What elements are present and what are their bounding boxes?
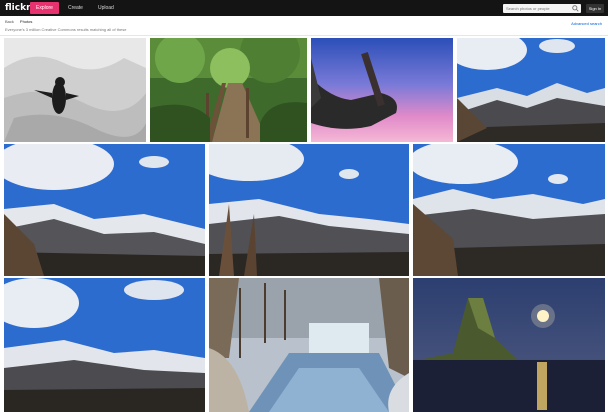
photo-tile-frozen-stream[interactable] <box>209 278 409 412</box>
mountain-image-2 <box>4 144 205 276</box>
breadcrumb-current: Photos <box>19 19 33 24</box>
mountain-image-5 <box>4 278 205 412</box>
photo-tile-sea-rock[interactable] <box>413 278 605 412</box>
mountain-image-1 <box>457 38 605 142</box>
sea-rock-image <box>413 278 605 412</box>
back-link[interactable]: Back <box>5 19 14 24</box>
search-subheader: Back Photos Everyone's 3 million Creativ… <box>0 16 608 36</box>
photo-tile-forest-path[interactable] <box>150 38 307 142</box>
photo-grid <box>0 36 608 412</box>
photo-tile-penguin[interactable] <box>4 38 146 142</box>
mountain-image-4 <box>413 144 605 276</box>
advanced-search-link[interactable]: Advanced search <box>571 21 602 26</box>
nav-upload[interactable]: Upload <box>92 2 120 14</box>
top-navigation-bar: flickr Explore Create Upload Sign In <box>0 0 608 16</box>
nav-create[interactable]: Create <box>62 2 89 14</box>
search-icon[interactable] <box>572 5 579 12</box>
photo-tile-mountain-3[interactable] <box>209 144 409 276</box>
photo-tile-mountain-2[interactable] <box>4 144 205 276</box>
search-input[interactable] <box>503 4 581 13</box>
breadcrumb: Back Photos <box>5 19 32 24</box>
sign-in-button[interactable]: Sign In <box>586 4 604 13</box>
site-logo[interactable]: flickr <box>5 3 31 13</box>
penguin-image <box>4 38 146 142</box>
nav-explore[interactable]: Explore <box>30 2 59 14</box>
hand-image <box>311 38 453 142</box>
photo-tile-mountain-5[interactable] <box>4 278 205 412</box>
photo-tile-mountain-4[interactable] <box>413 144 605 276</box>
forest-path-image <box>150 38 307 142</box>
photo-tile-mountain-1[interactable] <box>457 38 605 142</box>
results-summary: Everyone's 3 million Creative Commons re… <box>5 27 127 32</box>
frozen-stream-image <box>209 278 409 412</box>
photo-tile-hand[interactable] <box>311 38 453 142</box>
mountain-image-3 <box>209 144 409 276</box>
